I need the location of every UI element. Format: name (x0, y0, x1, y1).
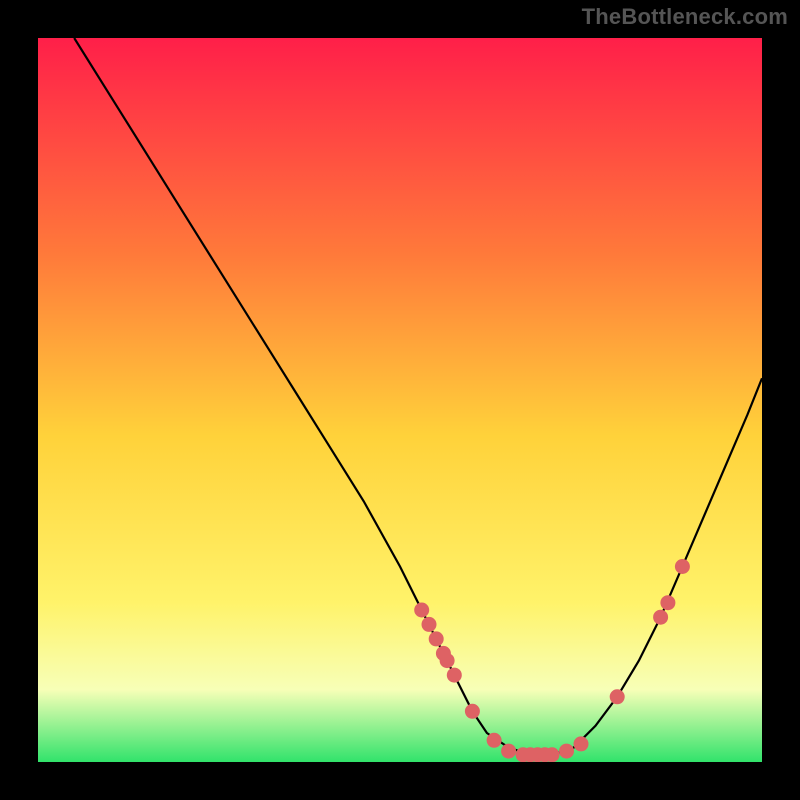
data-marker (559, 744, 574, 759)
data-marker (447, 668, 462, 683)
data-marker (487, 733, 502, 748)
data-marker (429, 631, 444, 646)
data-marker (675, 559, 690, 574)
chart-frame: TheBottleneck.com (0, 0, 800, 800)
data-marker (465, 704, 480, 719)
attribution-text: TheBottleneck.com (582, 4, 788, 30)
data-marker (545, 747, 560, 762)
data-marker (501, 744, 516, 759)
data-marker (422, 617, 437, 632)
data-marker (660, 595, 675, 610)
data-marker (574, 736, 589, 751)
data-marker (653, 610, 668, 625)
gradient-background (38, 38, 762, 762)
data-marker (440, 653, 455, 668)
data-marker (414, 603, 429, 618)
data-marker (610, 689, 625, 704)
chart-svg (38, 38, 762, 762)
